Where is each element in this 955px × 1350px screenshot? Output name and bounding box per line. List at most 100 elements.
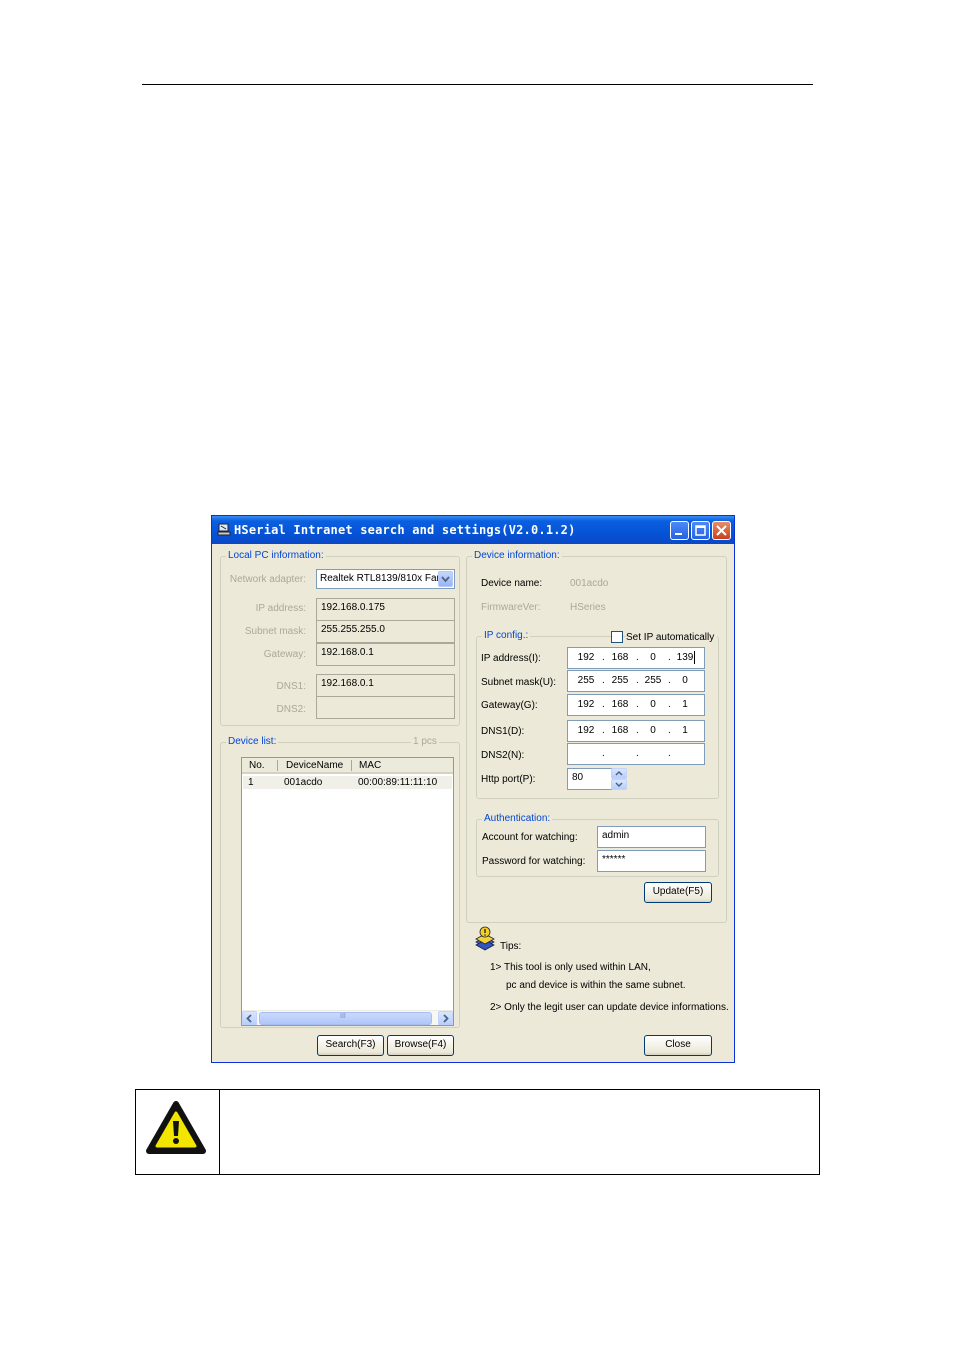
ip-octet-2[interactable]: 168 (608, 652, 632, 663)
list-header: No. DeviceName MAC (242, 758, 453, 774)
ip-address-input[interactable]: 192 . 168 . 0 . 139 (567, 647, 705, 669)
spin-up-button[interactable] (611, 768, 627, 779)
update-button[interactable]: Update(F5) (644, 882, 712, 903)
local-dns2-field (316, 696, 455, 719)
page-header-rule (142, 84, 813, 85)
http-port-value: 80 (572, 772, 584, 783)
mask-octet-1[interactable]: 255 (574, 675, 598, 686)
ip-dot: . (636, 699, 639, 710)
dns1-octet-4[interactable]: 1 (673, 725, 697, 736)
table-row[interactable]: 1 001acdo 00:00:89:11:11:10 (243, 776, 452, 789)
local-ip-value: 192.168.0.175 (321, 602, 385, 613)
chevron-up-icon (615, 770, 623, 776)
chevron-down-icon (615, 782, 623, 788)
dns1-octet-1[interactable]: 192 (574, 725, 598, 736)
mask-octet-4[interactable]: 0 (673, 675, 697, 686)
gateway-label: Gateway(G): (481, 700, 538, 711)
password-input[interactable]: ****** (597, 850, 706, 872)
local-gateway-field: 192.168.0.1 (316, 643, 455, 666)
col-divider[interactable] (277, 760, 278, 771)
title-bar[interactable]: HSerial Intranet search and settings(V2.… (212, 516, 734, 544)
scroll-thumb[interactable]: III (259, 1012, 432, 1025)
local-ip-label: IP address: (255, 603, 306, 614)
chevron-left-icon (246, 1014, 252, 1023)
local-ip-field: 192.168.0.175 (316, 598, 455, 621)
dns1-input[interactable]: 192 . 168 . 0 . 1 (567, 720, 705, 742)
close-button-label: Close (665, 1039, 691, 1050)
device-info-legend: Device information: (472, 550, 562, 561)
minimize-button[interactable] (670, 521, 689, 540)
ip-octet-3[interactable]: 0 (641, 652, 665, 663)
dns1-octet-2[interactable]: 168 (608, 725, 632, 736)
dns1-label: DNS1(D): (481, 726, 525, 737)
close-button[interactable]: Close (644, 1035, 712, 1056)
thumb-grip: III (340, 1013, 346, 1020)
search-button[interactable]: Search(F3) (317, 1035, 384, 1056)
ip-octet-1[interactable]: 192 (574, 652, 598, 663)
account-input[interactable]: admin (597, 826, 706, 848)
network-adapter-value: Realtek RTL8139/810x Far (320, 573, 438, 584)
ip-dot: . (602, 675, 605, 686)
col-divider[interactable] (351, 760, 352, 771)
set-ip-auto-label[interactable]: Set IP automatically (626, 632, 718, 643)
tip-line-3: 2> Only the legit user can update device… (490, 1002, 729, 1013)
account-label: Account for watching: (482, 832, 578, 843)
row-no: 1 (248, 777, 254, 788)
http-port-label: Http port(P): (481, 774, 536, 785)
browse-button[interactable]: Browse(F4) (387, 1035, 454, 1056)
set-ip-auto-checkbox[interactable] (611, 631, 623, 643)
scroll-left-button[interactable] (242, 1011, 257, 1025)
ip-dot: . (636, 652, 639, 663)
col-device-name[interactable]: DeviceName (286, 760, 343, 771)
device-name-label: Device name: (481, 578, 543, 589)
mask-octet-2[interactable]: 255 (608, 675, 632, 686)
local-dns1-field: 192.168.0.1 (316, 674, 455, 697)
horizontal-scrollbar[interactable]: III (242, 1010, 453, 1025)
device-list-view[interactable]: No. DeviceName MAC 1 001acdo 00:00:89:11… (241, 757, 454, 1026)
device-name-value: 001acdo (570, 578, 609, 589)
password-label: Password for watching: (482, 856, 586, 867)
local-subnet-label: Subnet mask: (244, 626, 306, 637)
ip-dot: . (668, 675, 671, 686)
spin-down-button[interactable] (611, 779, 627, 790)
ip-dot: . (668, 652, 671, 663)
password-value: ****** (602, 854, 626, 865)
local-pc-legend: Local PC information: (226, 550, 326, 561)
http-port-spinner[interactable] (611, 768, 627, 790)
ip-dot: . (636, 748, 639, 759)
gateway-input[interactable]: 192 . 168 . 0 . 1 (567, 694, 705, 716)
http-port-input[interactable]: 80 (567, 768, 613, 790)
firmware-value: HSeries (570, 602, 606, 613)
dns1-octet-3[interactable]: 0 (641, 725, 665, 736)
gw-octet-2[interactable]: 168 (608, 699, 632, 710)
dns2-input[interactable]: . . . (567, 743, 705, 765)
scroll-right-button[interactable] (438, 1011, 453, 1025)
network-adapter-select[interactable]: Realtek RTL8139/810x Far (316, 569, 455, 589)
ip-dot: . (602, 748, 605, 759)
close-icon (716, 525, 727, 536)
network-adapter-label: Network adapter: (229, 574, 306, 585)
local-dns2-label: DNS2: (276, 704, 306, 715)
subnet-mask-input[interactable]: 255 . 255 . 255 . 0 (567, 670, 705, 692)
ip-dot: . (668, 748, 671, 759)
col-no[interactable]: No. (249, 760, 265, 771)
close-window-button[interactable] (712, 521, 731, 540)
gw-octet-3[interactable]: 0 (641, 699, 665, 710)
gw-octet-1[interactable]: 192 (574, 699, 598, 710)
update-button-label: Update(F5) (652, 886, 704, 897)
row-device-name: 001acdo (284, 777, 323, 788)
local-subnet-field: 255.255.255.0 (316, 620, 455, 643)
mask-octet-3[interactable]: 255 (641, 675, 665, 686)
maximize-button[interactable] (691, 521, 710, 540)
gw-octet-4[interactable]: 1 (673, 699, 697, 710)
app-icon (217, 523, 231, 536)
tip-line-2: pc and device is within the same subnet. (506, 980, 686, 991)
ip-dot: . (602, 725, 605, 736)
local-gateway-value: 192.168.0.1 (321, 647, 374, 658)
device-count: 1 pcs (411, 736, 439, 747)
col-mac[interactable]: MAC (359, 760, 381, 771)
search-button-label: Search(F3) (325, 1039, 376, 1050)
dropdown-button[interactable] (438, 571, 453, 587)
ip-dot: . (602, 652, 605, 663)
local-gateway-label: Gateway: (263, 649, 306, 660)
